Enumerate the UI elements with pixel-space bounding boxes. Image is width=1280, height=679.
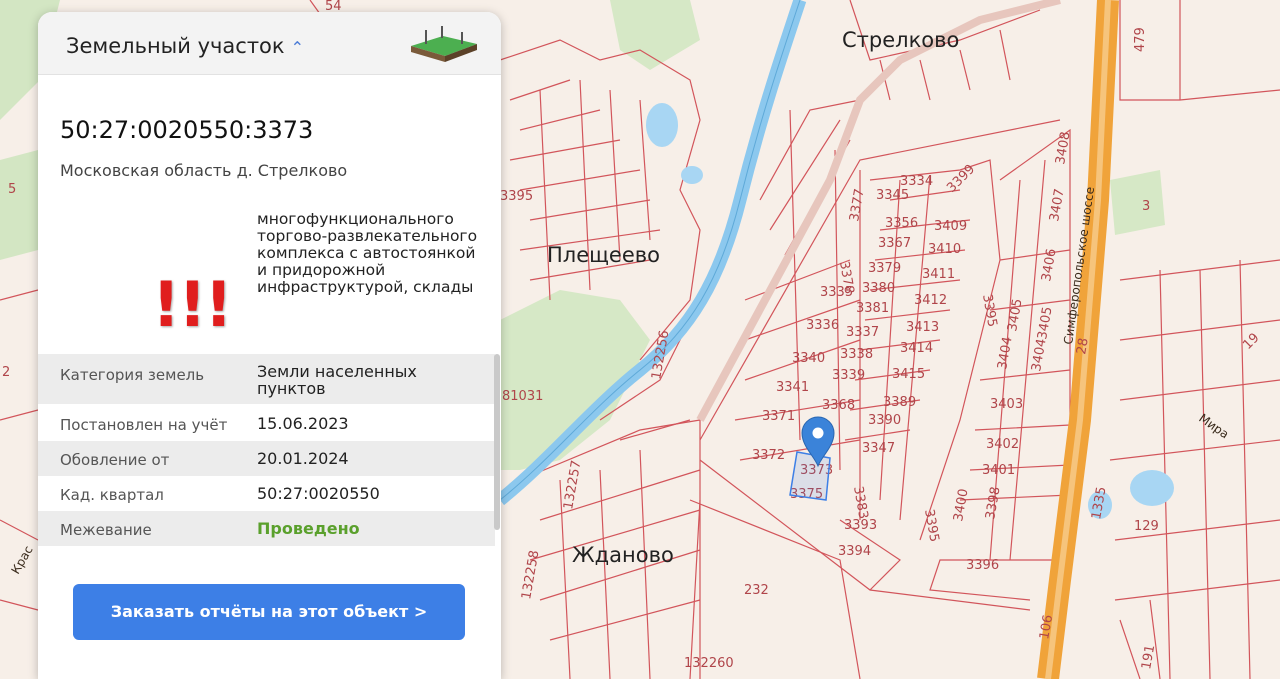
land-plot-panel: Земельный участок ⌃ 50:27:0020550:3373 Мо… [38, 12, 501, 679]
parcel-label: 3345 [876, 188, 909, 203]
parcel-label: 3393 [844, 518, 877, 533]
parcel-label: 129 [1134, 519, 1159, 534]
info-row-updated: Обовление от 20.01.2024 [38, 441, 495, 476]
parcel-label: 3334 [900, 174, 933, 189]
parcel-label: 3356 [885, 216, 918, 231]
permitted-use: многофункционального торгово-развлекател… [257, 210, 478, 296]
parcel-label: 3336 [806, 318, 839, 333]
parcel-label: 3347 [862, 441, 895, 456]
info-row-quarter: Кад. квартал 50:27:0020550 [38, 476, 495, 511]
info-value: Земли населенных пунктов [257, 362, 417, 398]
info-value: 50:27:0020550 [257, 484, 380, 503]
warning-mark: !!! [152, 268, 233, 341]
order-reports-button[interactable]: Заказать отчёты на этот объект > [73, 584, 465, 640]
info-row-survey: Межевание Проведено [38, 511, 495, 546]
parcel-label: 3337 [846, 325, 879, 340]
green-area [0, 150, 38, 260]
pond [646, 103, 678, 147]
parcel-label: 3339 [832, 368, 865, 383]
info-key: Постановлен на учёт [60, 416, 228, 434]
parcel-label: 3410 [928, 242, 961, 257]
parcel-label: 132260 [684, 656, 734, 671]
parcel-label: 3390 [868, 413, 901, 428]
cadastral-number: 50:27:0020550:3373 [60, 116, 314, 144]
selected-parcel[interactable] [789, 451, 831, 501]
info-key: Кад. квартал [60, 486, 164, 504]
info-row-category: Категория земель Земли населенных пункто… [38, 354, 495, 404]
town-label-strelkovo: Стрелково [842, 28, 959, 52]
parcel-label: 3379 [868, 261, 901, 276]
parcel-label: 81031 [502, 389, 543, 404]
green-area [1110, 170, 1165, 235]
parcel-label: 3414 [900, 341, 933, 356]
panel-title-text: Земельный участок [66, 34, 285, 58]
land-plot-icon [411, 26, 477, 62]
info-row-registered: Постановлен на учёт 15.06.2023 [38, 406, 495, 441]
info-value: 15.06.2023 [257, 414, 349, 433]
parcel-label: 3372 [752, 448, 785, 463]
parcel-label: 3409 [934, 219, 967, 234]
panel-header[interactable]: Земельный участок ⌃ [38, 12, 501, 75]
parcel-label: 3403 [990, 397, 1023, 412]
edge-label: 479 [1133, 27, 1148, 52]
parcel-label: 3368 [822, 398, 855, 413]
parcel-label: 3367 [878, 236, 911, 251]
pond [1130, 470, 1174, 506]
parcel-label: 3380 [862, 281, 895, 296]
status-badge: Проведено [257, 519, 360, 538]
parcel-label: 3394 [838, 544, 871, 559]
parcel-label: 3395 [500, 189, 533, 204]
info-key: Межевание [60, 521, 152, 539]
parcel-label: 3415 [892, 367, 925, 382]
scrollbar[interactable] [494, 354, 500, 530]
parcel-label: 3338 [840, 347, 873, 362]
parcel-label: 3389 [883, 395, 916, 410]
parcel-label: 3412 [914, 293, 947, 308]
parcel-label: 3402 [986, 437, 1019, 452]
parcel-label: 3413 [906, 320, 939, 335]
edge-label: 5 [8, 182, 16, 197]
town-label-zhdanovo: Ждановo [572, 543, 674, 567]
parcel-label: 3411 [922, 267, 955, 282]
info-key: Обовление от [60, 451, 170, 469]
panel-title[interactable]: Земельный участок ⌃ [66, 34, 304, 58]
parcel-label: 3396 [966, 558, 999, 573]
chevron-up-icon[interactable]: ⌃ [291, 38, 304, 57]
info-value: 20.01.2024 [257, 449, 349, 468]
parcel-label: 3335 [820, 285, 853, 300]
parcel-label: 3371 [762, 409, 795, 424]
parcel-label: 3341 [776, 380, 809, 395]
plot-address: Московская область д. Стрелково [60, 161, 348, 180]
edge-label: 2 [2, 365, 10, 380]
pond [681, 166, 703, 184]
parcel-label: 3 [1142, 199, 1150, 214]
parcel-label: 28 [1074, 337, 1092, 356]
parcel-label: 232 [744, 583, 769, 598]
parcel-label: 3381 [856, 301, 889, 316]
town-label-pleshcheevo: Плещеево [547, 243, 660, 267]
info-key: Категория земель [60, 366, 205, 384]
parcel-label: 3340 [792, 351, 825, 366]
parcel-label: 3401 [982, 463, 1015, 478]
